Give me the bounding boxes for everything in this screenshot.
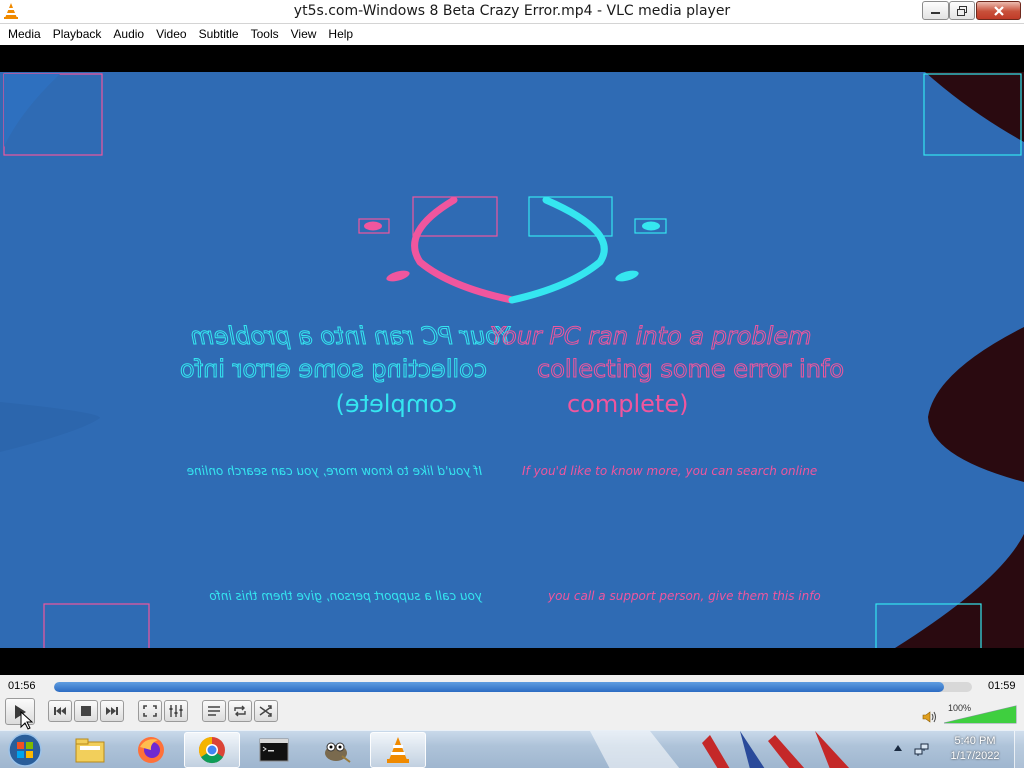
taskbar-chrome[interactable] [184, 732, 240, 768]
video-area[interactable]: Your PC ran into a problem collecting so… [0, 45, 1024, 675]
extended-settings-button[interactable] [164, 700, 188, 722]
seek-progress [54, 682, 945, 692]
extended-settings-icon [169, 705, 183, 717]
title-bar: yt5s.com-Windows 8 Beta Crazy Error.mp4 … [0, 0, 1024, 24]
restore-button[interactable] [949, 1, 975, 20]
menu-audio[interactable]: Audio [107, 24, 150, 45]
vlc-window: yt5s.com-Windows 8 Beta Crazy Error.mp4 … [0, 0, 1024, 768]
system-clock[interactable]: 5:40 PM 1/17/2022 [940, 734, 1010, 764]
taskbar-gimp[interactable] [308, 732, 364, 768]
minimize-button[interactable] [922, 1, 949, 20]
fullscreen-icon [143, 705, 157, 717]
error-line-5: you call a support person, give them thi… [547, 589, 821, 603]
playlist-button[interactable] [202, 700, 226, 722]
menu-subtitle[interactable]: Subtitle [193, 24, 245, 45]
network-icon[interactable] [914, 741, 930, 757]
close-button[interactable] [976, 1, 1021, 20]
close-icon [993, 5, 1004, 16]
taskbar-firefox[interactable] [123, 732, 179, 768]
wallpaper-fragment [590, 731, 850, 768]
restore-icon [957, 5, 967, 16]
stop-icon [81, 706, 91, 716]
loop-icon [234, 705, 246, 717]
mirrored-line-2: collecting some error info [180, 355, 487, 383]
menu-bar: Media Playback Audio Video Subtitle Tool… [0, 24, 1024, 45]
mirrored-line-5: you call a support person, give them thi… [209, 589, 483, 603]
video-content: Your PC ran into a problem collecting so… [0, 72, 1024, 648]
menu-tools[interactable]: Tools [245, 24, 285, 45]
error-line-2: collecting some error info [537, 355, 844, 383]
error-line-1: Your PC ran into a problem [490, 322, 811, 350]
seek-bar[interactable] [54, 682, 972, 692]
gimp-icon [325, 742, 351, 763]
windows-taskbar: 5:40 PM 1/17/2022 [0, 730, 1024, 768]
mouse-cursor-icon [20, 711, 34, 730]
window-title: yt5s.com-Windows 8 Beta Crazy Error.mp4 … [293, 3, 731, 19]
vlc-icon [387, 737, 409, 763]
firefox-icon [138, 737, 164, 763]
previous-button[interactable] [48, 700, 72, 722]
minimize-icon [930, 11, 940, 14]
stop-button[interactable] [74, 700, 98, 722]
start-button[interactable] [0, 732, 50, 768]
show-desktop-button[interactable] [1014, 731, 1024, 768]
chrome-icon [198, 736, 225, 764]
error-line-4: If you'd like to know more, you can sear… [522, 464, 817, 478]
file-explorer-icon [75, 738, 105, 763]
mirrored-line-3: complete) [336, 390, 457, 418]
clock-date: 1/17/2022 [950, 750, 1000, 762]
playlist-icon [208, 706, 220, 716]
volume-slider[interactable] [944, 704, 1018, 724]
total-time[interactable]: 01:59 [988, 680, 1016, 692]
error-line-3: complete) [567, 390, 688, 418]
elapsed-time[interactable]: 01:56 [8, 680, 36, 692]
speaker-icon[interactable] [922, 710, 938, 724]
start-orb-icon [8, 733, 42, 767]
previous-icon [54, 707, 66, 715]
mirrored-line-1: Your PC ran into a problem [191, 322, 512, 350]
next-button[interactable] [100, 700, 124, 722]
menu-help[interactable]: Help [322, 24, 359, 45]
fullscreen-button[interactable] [138, 700, 162, 722]
playback-controls: 01:56 01:59 100% [0, 675, 1024, 730]
taskbar-vlc[interactable] [370, 732, 426, 768]
command-prompt-icon [259, 738, 289, 762]
show-hidden-icons-icon[interactable] [893, 744, 903, 752]
shuffle-icon [259, 705, 272, 717]
menu-video[interactable]: Video [150, 24, 192, 45]
video-frame: Your PC ran into a problem collecting so… [0, 72, 1024, 648]
mirrored-line-4: If you'd like to know more, you can sear… [187, 464, 482, 478]
next-icon [106, 707, 118, 715]
taskbar-file-explorer[interactable] [62, 732, 118, 768]
taskbar-command-prompt[interactable] [246, 732, 302, 768]
clock-time: 5:40 PM [954, 735, 996, 747]
menu-view[interactable]: View [285, 24, 323, 45]
shuffle-button[interactable] [254, 700, 278, 722]
menu-playback[interactable]: Playback [47, 24, 108, 45]
loop-button[interactable] [228, 700, 252, 722]
menu-media[interactable]: Media [2, 24, 47, 45]
